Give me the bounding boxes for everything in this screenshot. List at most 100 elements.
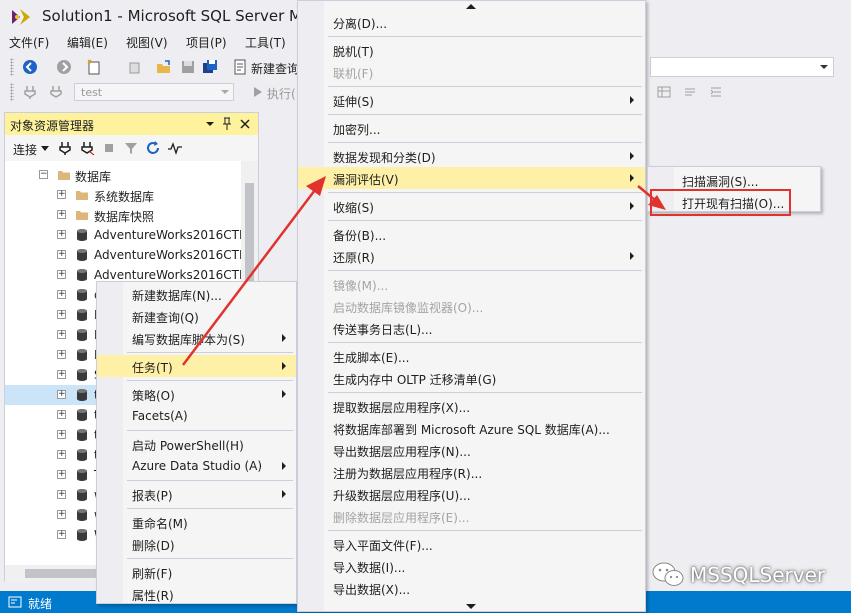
tree-node[interactable]: + 数据库快照 <box>5 205 241 225</box>
toolbar-grip-2[interactable] <box>10 83 14 101</box>
connect-icon[interactable] <box>22 84 38 100</box>
context-menu-item[interactable]: 策略(O) <box>97 383 296 405</box>
context-menu-item[interactable]: 报表(P) <box>97 483 296 505</box>
tasks-menu-item[interactable]: 备份(B)... <box>298 223 645 245</box>
context-menu-item[interactable]: 刷新(F) <box>97 561 296 583</box>
expand-icon[interactable]: + <box>57 310 66 319</box>
tasks-menu-item[interactable]: 脱机(T) <box>298 39 645 61</box>
expand-icon[interactable]: + <box>57 490 66 499</box>
expand-icon[interactable]: + <box>57 230 66 239</box>
expand-icon[interactable]: + <box>57 510 66 519</box>
expand-icon[interactable]: + <box>57 410 66 419</box>
expand-icon[interactable]: + <box>57 290 66 299</box>
tasks-menu-item[interactable]: 加密列... <box>298 117 645 139</box>
menu-view[interactable]: 视图(V) <box>126 34 168 51</box>
tree-node[interactable]: + 系统数据库 <box>5 185 241 205</box>
filter-icon[interactable] <box>123 140 139 156</box>
tasks-menu-item[interactable]: 延伸(S) <box>298 89 645 111</box>
new-query-label[interactable]: 新建查询 <box>251 60 299 77</box>
watermark-text: MSSQLServer <box>690 563 826 587</box>
scroll-up-icon[interactable] <box>466 4 476 9</box>
expand-icon[interactable]: + <box>57 210 66 219</box>
expand-icon[interactable]: + <box>57 530 66 539</box>
tasks-menu-item[interactable]: 导入平面文件(F)... <box>298 533 645 555</box>
tasks-menu-item[interactable]: 收缩(S) <box>298 195 645 217</box>
connect-dropdown[interactable]: 连接 <box>13 141 37 158</box>
execute-icon[interactable] <box>250 84 266 100</box>
tasks-menu-item[interactable]: 导出数据层应用程序(N)... <box>298 439 645 461</box>
context-menu-item[interactable]: 重命名(M) <box>97 511 296 533</box>
expand-icon[interactable]: + <box>57 390 66 399</box>
submenu-arrow-icon <box>630 152 634 160</box>
menu-file[interactable]: 文件(F) <box>9 34 49 51</box>
database-selector[interactable]: test <box>74 83 234 101</box>
connect-icon[interactable] <box>57 140 73 156</box>
context-menu-item[interactable]: 新建查询(Q) <box>97 305 296 327</box>
menu-item-scan-vulnerabilities[interactable]: 扫描漏洞(S)... <box>648 169 820 191</box>
add-item-icon[interactable] <box>126 59 142 75</box>
context-menu-item[interactable]: 新建数据库(N)... <box>97 283 296 305</box>
new-project-icon[interactable] <box>86 59 102 75</box>
submenu-arrow-icon <box>282 490 286 498</box>
tasks-menu-item[interactable]: 生成脚本(E)... <box>298 345 645 367</box>
tasks-menu-item[interactable]: 分离(D)... <box>298 11 645 33</box>
expand-icon[interactable]: + <box>57 270 66 279</box>
stop-icon[interactable] <box>101 140 117 156</box>
tree-node[interactable]: + AdventureWorks2016CTP3 <box>5 245 254 265</box>
context-menu-item[interactable]: Azure Data Studio (A) <box>97 455 296 477</box>
comment-icon[interactable] <box>682 84 698 100</box>
menu-edit[interactable]: 编辑(E) <box>67 34 108 51</box>
solution-config-dropdown[interactable] <box>650 57 834 77</box>
tree-node[interactable]: + AdventureWorks2016CTP3 <box>5 225 254 245</box>
menu-separator <box>328 86 642 87</box>
tasks-menu-item[interactable]: 升级数据层应用程序(U)... <box>298 483 645 505</box>
expand-icon[interactable]: + <box>57 430 66 439</box>
expand-icon[interactable]: + <box>57 370 66 379</box>
context-menu-item[interactable]: 启动 PowerShell(H) <box>97 433 296 455</box>
open-file-icon[interactable] <box>156 59 172 75</box>
tree-node[interactable]: − 数据库 <box>5 165 241 185</box>
expand-icon[interactable]: + <box>57 350 66 359</box>
tasks-menu-item[interactable]: 提取数据层应用程序(X)... <box>298 395 645 417</box>
context-menu-item[interactable]: 编写数据库脚本为(S) <box>97 327 296 349</box>
forward-icon[interactable] <box>56 59 72 75</box>
execute-label[interactable]: 执行( <box>267 85 296 102</box>
results-grid-icon[interactable] <box>656 84 672 100</box>
expand-icon[interactable]: + <box>57 470 66 479</box>
tasks-menu-item[interactable]: 数据发现和分类(D) <box>298 145 645 167</box>
tasks-menu-item[interactable]: 导出数据(X)... <box>298 577 645 599</box>
chevron-down-icon[interactable] <box>41 146 49 151</box>
context-menu-item[interactable]: 删除(D) <box>97 533 296 555</box>
context-menu-item[interactable]: 任务(T) <box>97 355 296 377</box>
new-query-icon[interactable] <box>232 59 248 75</box>
expand-icon[interactable]: + <box>57 190 66 199</box>
expand-icon[interactable]: + <box>57 250 66 259</box>
tasks-menu-item[interactable]: 传送事务日志(L)... <box>298 317 645 339</box>
panel-menu-icon[interactable] <box>205 120 215 128</box>
context-menu-item[interactable]: Facets(A) <box>97 405 296 427</box>
refresh-icon[interactable] <box>145 140 161 156</box>
tasks-menu-item[interactable]: 注册为数据层应用程序(R)... <box>298 461 645 483</box>
close-icon[interactable] <box>239 118 251 130</box>
tasks-menu-item[interactable]: 导入数据(I)... <box>298 555 645 577</box>
save-all-icon[interactable] <box>202 59 218 75</box>
change-connection-icon[interactable] <box>48 84 64 100</box>
indent-icon[interactable] <box>708 84 724 100</box>
pin-icon[interactable] <box>221 117 233 131</box>
expand-icon[interactable]: + <box>57 330 66 339</box>
save-icon[interactable] <box>180 59 196 75</box>
scroll-down-icon[interactable] <box>466 604 476 609</box>
context-menu-item[interactable]: 属性(R) <box>97 583 296 605</box>
menu-project[interactable]: 项目(P) <box>186 34 227 51</box>
activity-monitor-icon[interactable] <box>167 140 183 156</box>
back-icon[interactable] <box>22 59 38 75</box>
tasks-menu-item[interactable]: 还原(R) <box>298 245 645 267</box>
expand-icon[interactable]: + <box>57 450 66 459</box>
tasks-menu-item[interactable]: 漏洞评估(V) <box>298 167 645 189</box>
toolbar-grip[interactable] <box>10 58 14 76</box>
disconnect-icon[interactable] <box>79 140 95 156</box>
collapse-icon[interactable]: − <box>39 170 48 179</box>
tasks-menu-item[interactable]: 将数据库部署到 Microsoft Azure SQL 数据库(A)... <box>298 417 645 439</box>
menu-tools[interactable]: 工具(T) <box>245 34 286 51</box>
tasks-menu-item[interactable]: 生成内存中 OLTP 迁移清单(G) <box>298 367 645 389</box>
